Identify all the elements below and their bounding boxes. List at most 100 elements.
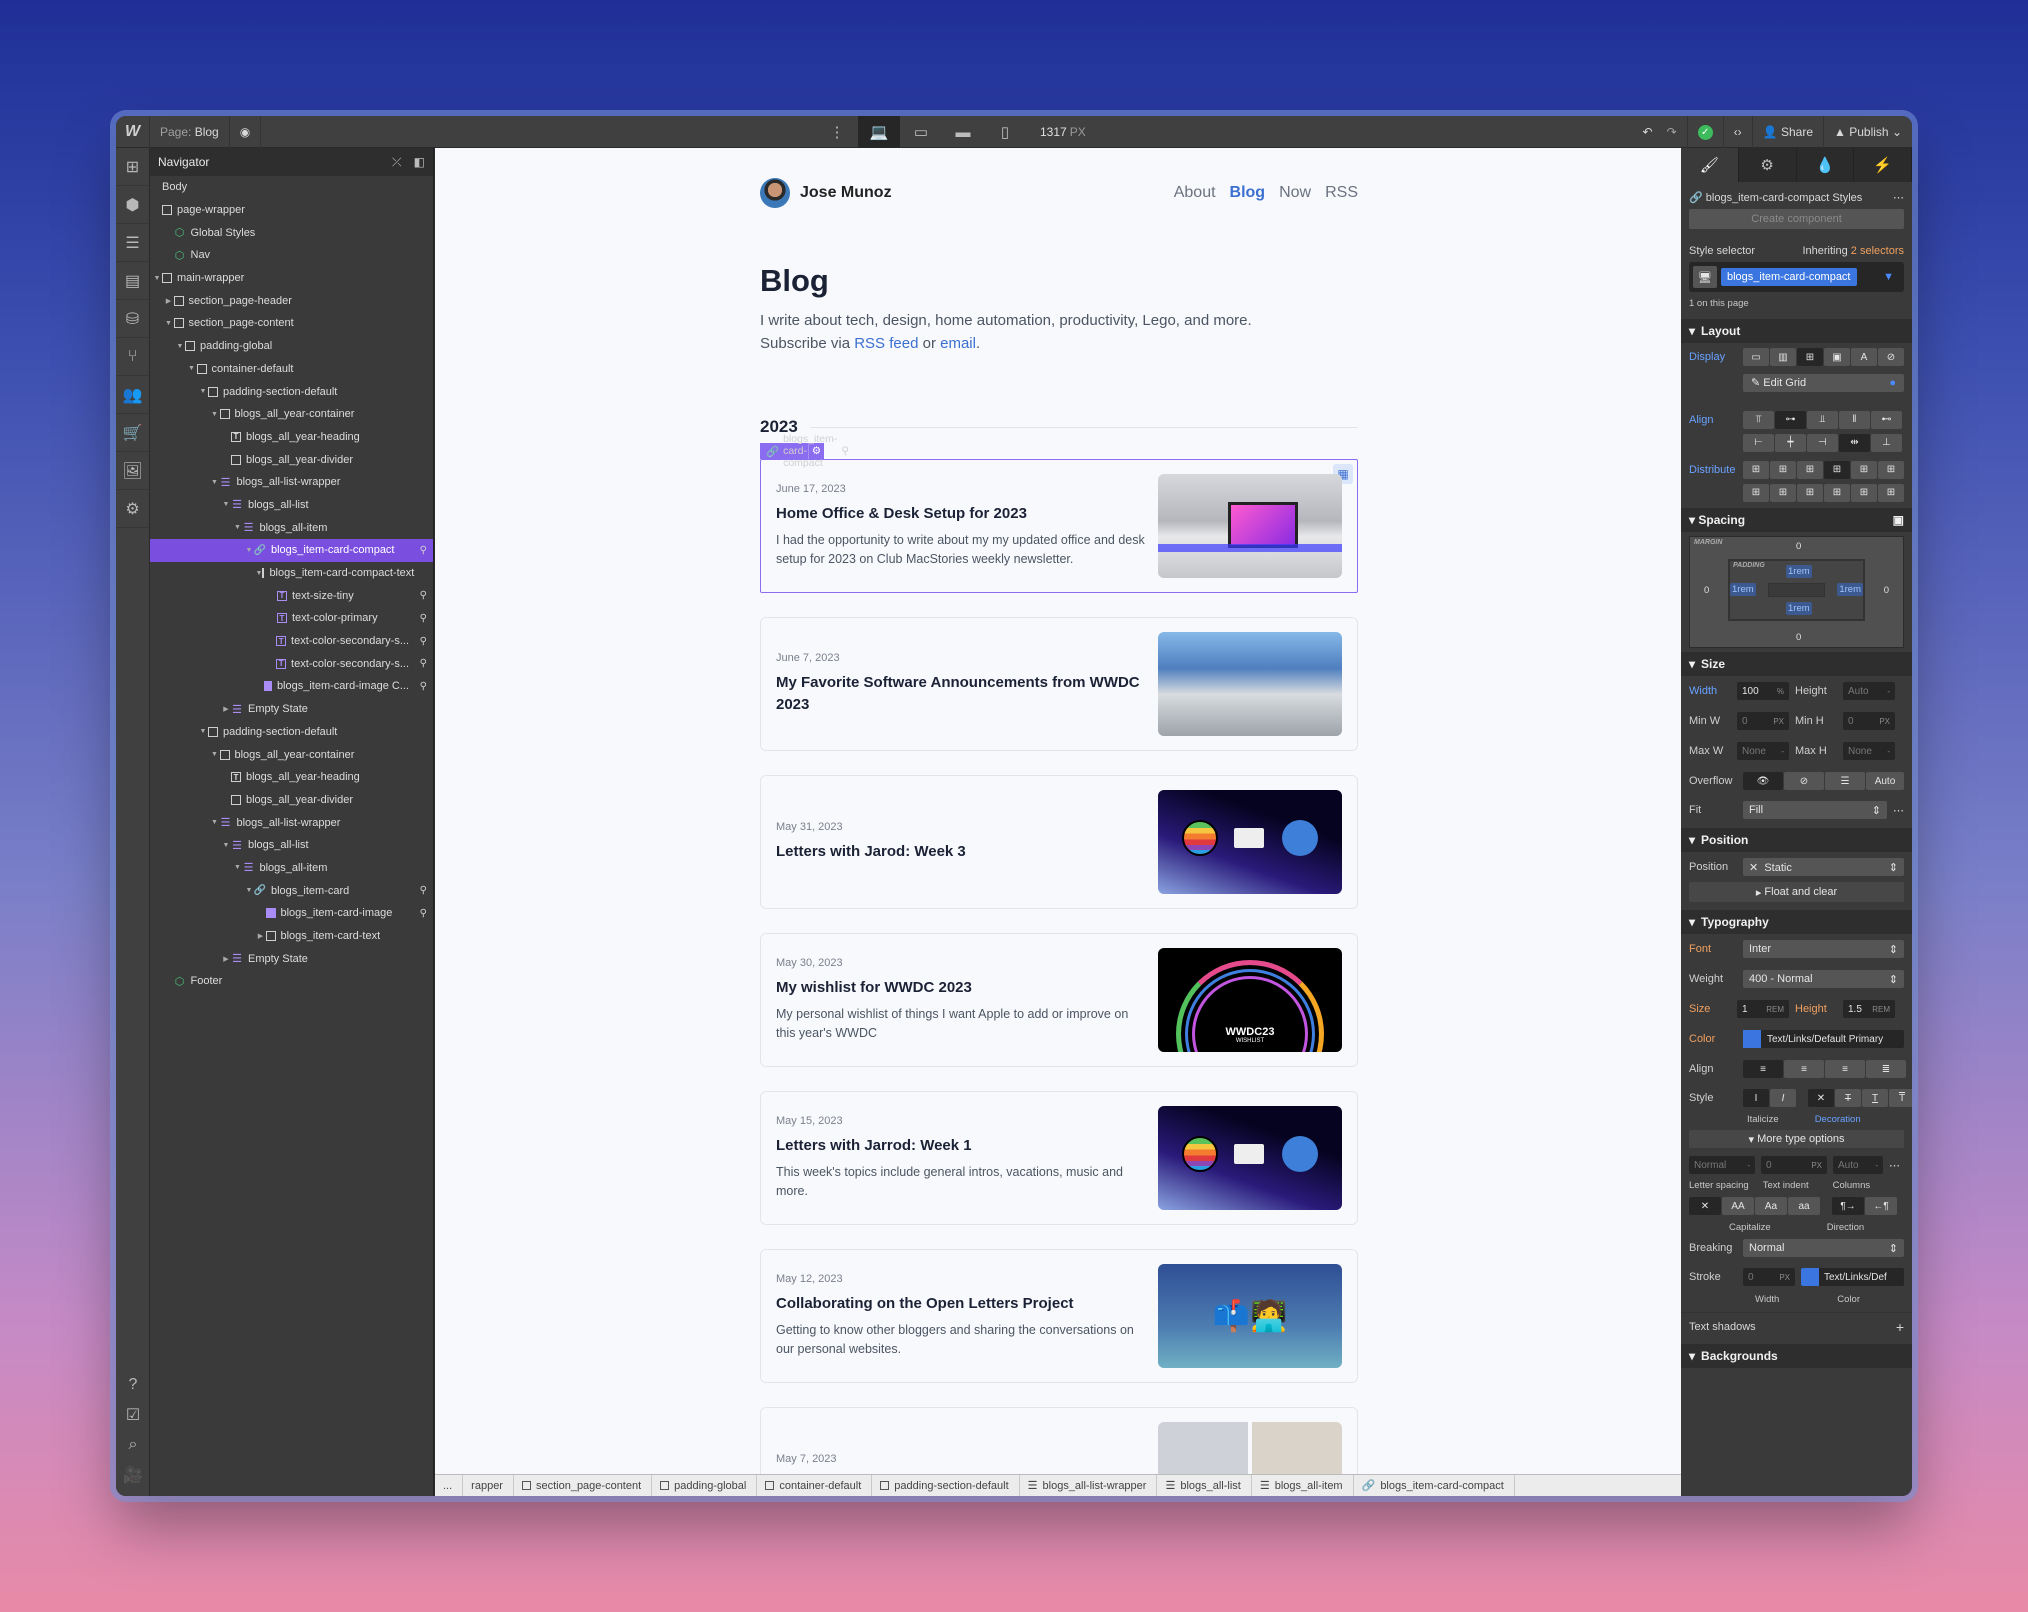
settings-tab-gear-icon[interactable]: ⚙ [1739, 148, 1797, 182]
strikethrough-icon[interactable]: T [1835, 1089, 1861, 1107]
video-tutorials-icon[interactable]: 🎥 [116, 1460, 150, 1490]
stroke-color-picker[interactable]: Text/Links/Def [1801, 1268, 1904, 1286]
rss-feed-link[interactable]: RSS feed [854, 335, 918, 352]
distribute-around-icon[interactable]: ⊞ [1878, 460, 1904, 479]
blog-card[interactable]: May 15, 2023 Letters with Jarrod: Week 1 T… [760, 1091, 1358, 1225]
align-center-icon[interactable]: ⊶ [1775, 410, 1806, 429]
uppercase-icon[interactable]: AA [1722, 1197, 1754, 1215]
breadcrumb-item[interactable]: padding-section-default [872, 1474, 1020, 1496]
columns-more-icon[interactable]: ⋯ [1889, 1159, 1900, 1172]
underline-icon[interactable]: T [1862, 1089, 1888, 1107]
font-select[interactable]: Inter ⇕ [1743, 940, 1904, 958]
breadcrumb-item[interactable]: section_page-content [514, 1474, 653, 1496]
interactions-tab-bolt-icon[interactable]: ⚡ [1854, 148, 1912, 182]
font-size-input[interactable]: 1 REM [1737, 1000, 1789, 1018]
selected-element-badge[interactable]: 🔗 blogs_item-card-compact ⚲ ⚙ [760, 433, 849, 469]
settings-gear-icon[interactable]: ⚙ [116, 490, 149, 528]
layout-section-header[interactable]: ▾ Layout [1681, 319, 1912, 343]
overflow-auto-button[interactable]: Auto [1866, 772, 1904, 790]
padding-left-value[interactable]: 1rem [1730, 583, 1756, 596]
component-property-icon[interactable]: ⚲ [420, 545, 427, 556]
distribute-between-icon[interactable]: ⊞ [1851, 460, 1877, 479]
align-stretch-icon[interactable]: ‖ [1839, 410, 1870, 429]
margin-right-value[interactable]: 0 [1884, 585, 1889, 596]
capitalize-icon[interactable]: Aa [1755, 1197, 1787, 1215]
navigator-node[interactable]: ▼ section_page-content [150, 312, 433, 335]
backgrounds-section-header[interactable]: ▾ Backgrounds [1681, 1344, 1912, 1368]
fit-select[interactable]: Fill ⇕ [1743, 801, 1887, 819]
breadcrumb-item[interactable]: ☰ blogs_all-list [1157, 1474, 1252, 1496]
mobile-portrait-breakpoint-icon[interactable]: ▯ [984, 116, 1026, 148]
justify-content-center-icon[interactable]: ⊞ [1770, 483, 1796, 502]
position-select[interactable]: ✕ Static ⇕ [1743, 858, 1904, 876]
preview-eye-icon[interactable]: ◉ [230, 116, 262, 148]
navigator-node[interactable]: ▼ ☰ blogs_all-list [150, 834, 433, 857]
tablet-breakpoint-icon[interactable]: ▭ [900, 116, 942, 148]
code-export-icon[interactable]: ‹› [1722, 116, 1752, 148]
margin-bottom-value[interactable]: 0 [1796, 632, 1801, 643]
no-decoration-x-icon[interactable]: ✕ [1808, 1089, 1834, 1107]
navigator-node[interactable]: ▼ ☰ blogs_all-item [150, 857, 433, 880]
publish-button[interactable]: ▲ Publish ⌄ [1823, 116, 1912, 148]
blog-card-title[interactable]: Letters with Jarrod: Week 1 [776, 1135, 1146, 1157]
style-selector-input[interactable]: 🖥 blogs_item-card-compact ▼ [1689, 262, 1904, 292]
navigator-node[interactable]: ▼ container-default [150, 358, 433, 381]
expand-caret-icon[interactable]: ▼ [210, 751, 220, 758]
overflow-visible-eye-icon[interactable]: 👁 [1743, 772, 1783, 790]
navigator-node[interactable]: page-wrapper [150, 199, 433, 222]
navigator-node[interactable]: blogs_all_year-divider [150, 789, 433, 812]
logic-icon[interactable]: ⑂ [116, 338, 149, 376]
email-link[interactable]: email [940, 335, 976, 352]
collapse-caret-icon[interactable]: ▶ [164, 297, 174, 305]
webflow-logo[interactable]: W [116, 116, 150, 148]
min-height-input[interactable]: 0 PX [1843, 712, 1895, 730]
undo-icon[interactable]: ↶ [1643, 125, 1653, 139]
breadcrumb-item[interactable]: rapper [463, 1474, 514, 1496]
blog-card-title[interactable]: My wishlist for WWDC 2023 [776, 977, 1146, 999]
navigator-node[interactable]: Ttext-size-tiny ⚲ [150, 584, 433, 607]
blog-card[interactable]: May 30, 2023 My wishlist for WWDC 2023 My … [760, 933, 1358, 1067]
collapse-all-icon[interactable]: ⤫ [392, 155, 402, 170]
display-flex-icon[interactable]: ▥ [1770, 348, 1796, 366]
ecommerce-cart-icon[interactable]: 🛒 [116, 414, 149, 452]
margin-top-value[interactable]: 0 [1796, 541, 1801, 552]
navigator-node[interactable]: Tblogs_all_year-heading [150, 426, 433, 449]
blog-card-title[interactable]: Collaborating on the Open Letters Projec… [776, 1293, 1146, 1315]
users-icon[interactable]: 👥 [116, 376, 149, 414]
expand-caret-icon[interactable]: ▼ [187, 365, 197, 372]
collapse-caret-icon[interactable]: ▶ [221, 955, 231, 963]
site-brand[interactable]: Jose Munoz [760, 178, 892, 208]
navigator-node[interactable]: ▼ padding-section-default [150, 380, 433, 403]
navigator-node[interactable]: ▼ 🔗 blogs_item-card-compact ⚲ [150, 539, 433, 562]
expand-caret-icon[interactable]: ▼ [233, 864, 243, 871]
add-elements-icon[interactable]: ⊞ [116, 148, 149, 186]
regular-icon[interactable]: I [1743, 1089, 1769, 1107]
letter-spacing-input[interactable]: Normal - [1689, 1156, 1755, 1174]
more-options-icon[interactable]: ⋯ [1893, 191, 1904, 204]
justify-stretch-icon[interactable]: ⇹ [1839, 433, 1870, 452]
redo-icon[interactable]: ↷ [1667, 125, 1677, 139]
navigator-node[interactable]: ▼ blogs_item-card-compact-text [150, 562, 433, 585]
overline-icon[interactable]: T [1889, 1089, 1912, 1107]
expand-caret-icon[interactable]: ▼ [210, 411, 220, 418]
breadcrumb-item[interactable]: padding-global [652, 1474, 758, 1496]
search-icon[interactable]: ⌕ [116, 1430, 150, 1460]
site-menu-link-rss[interactable]: RSS [1325, 184, 1358, 202]
justify-start-icon[interactable]: ⊢ [1743, 433, 1774, 452]
more-breakpoints-icon[interactable]: ⋮ [816, 116, 858, 148]
blog-card[interactable]: May 12, 2023 Collaborating on the Open Le… [760, 1249, 1358, 1383]
expand-caret-icon[interactable]: ▼ [221, 501, 231, 508]
navigator-node[interactable]: ⬡ Footer [150, 970, 433, 993]
blog-card-title[interactable]: My Favorite Software Announcements from … [776, 672, 1146, 716]
navigator-node[interactable]: Tblogs_all_year-heading [150, 766, 433, 789]
collapse-caret-icon[interactable]: ▶ [221, 705, 231, 713]
columns-input[interactable]: Auto - [1833, 1156, 1883, 1174]
expand-caret-icon[interactable]: ▼ [198, 388, 208, 395]
align-center-text-icon[interactable]: ≡ [1784, 1060, 1824, 1078]
align-baseline-icon[interactable]: ⊷ [1871, 410, 1902, 429]
padding-bottom-value[interactable]: 1rem [1786, 602, 1812, 615]
site-status[interactable]: ✓ [1686, 116, 1723, 148]
expand-caret-icon[interactable]: ▼ [244, 887, 254, 894]
navigator-node[interactable]: ▼ blogs_all_year-container [150, 403, 433, 426]
line-height-input[interactable]: 1.5 REM [1843, 1000, 1895, 1018]
